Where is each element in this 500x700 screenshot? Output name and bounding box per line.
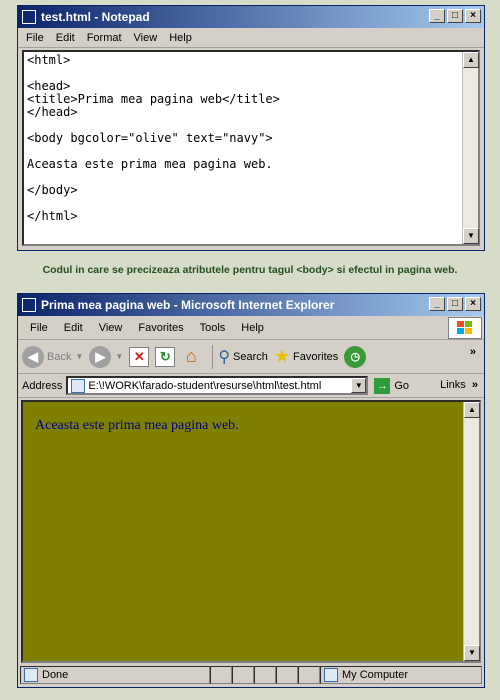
- status-text: Done: [42, 669, 69, 681]
- close-button[interactable]: ×: [465, 9, 481, 23]
- status-zone-panel: My Computer: [320, 666, 482, 684]
- links-label: Links: [440, 379, 466, 391]
- back-label: Back: [47, 350, 72, 363]
- menu-file[interactable]: File: [22, 322, 56, 334]
- forward-button[interactable]: ▶ ▼: [89, 345, 123, 368]
- status-panel: [232, 666, 254, 684]
- notepad-menubar: File Edit Format View Help: [18, 28, 484, 48]
- stop-button[interactable]: ✕: [129, 346, 150, 367]
- menu-view[interactable]: View: [91, 322, 131, 334]
- ie-scrollbar[interactable]: ▲ ▼: [463, 402, 480, 661]
- status-panel: [298, 666, 320, 684]
- address-bar: Address E:\!WORK\farado-student\resurse\…: [18, 374, 484, 398]
- ie-page-view[interactable]: Aceasta este prima mea pagina web. ▲ ▼: [21, 400, 481, 663]
- menu-view[interactable]: View: [128, 32, 164, 44]
- favorites-star-icon: ★: [273, 346, 291, 366]
- menu-edit[interactable]: Edit: [50, 32, 81, 44]
- back-dropdown-icon[interactable]: ▼: [75, 352, 83, 361]
- favorites-label: Favorites: [293, 350, 339, 363]
- notepad-window: test.html - Notepad _ □ × File Edit Form…: [17, 5, 485, 251]
- favorites-button[interactable]: ★ Favorites: [274, 346, 338, 367]
- scroll-up-arrow-icon[interactable]: ▲: [464, 402, 480, 418]
- address-dropdown-icon[interactable]: ▼: [351, 378, 367, 393]
- search-icon: ⚲: [218, 348, 231, 366]
- minimize-button[interactable]: _: [429, 9, 445, 23]
- status-panel: [276, 666, 298, 684]
- stop-icon: ✕: [129, 346, 150, 367]
- history-icon: ◷: [344, 345, 367, 368]
- history-button[interactable]: ◷: [344, 345, 367, 368]
- notepad-scrollbar[interactable]: ▲ ▼: [462, 52, 479, 244]
- ie-titlebar[interactable]: Prima mea pagina web - Microsoft Interne…: [18, 294, 484, 316]
- address-value[interactable]: E:\!WORK\farado-student\resurse\html\tes…: [88, 380, 321, 392]
- ie-title: Prima mea pagina web - Microsoft Interne…: [41, 298, 335, 312]
- go-label: Go: [394, 379, 410, 392]
- home-icon: ⌂: [185, 346, 197, 366]
- go-button[interactable]: → Go: [374, 377, 410, 394]
- status-panel: [254, 666, 276, 684]
- menu-format[interactable]: Format: [81, 32, 128, 44]
- page-body-text: Aceasta este prima mea pagina web.: [35, 418, 239, 433]
- computer-icon: [324, 668, 338, 682]
- notepad-app-icon: [22, 10, 36, 24]
- page-done-icon: [24, 668, 38, 682]
- page-icon: [71, 378, 86, 393]
- refresh-button[interactable]: ↻: [155, 346, 176, 367]
- scroll-down-arrow-icon[interactable]: ▼: [463, 228, 479, 244]
- maximize-button[interactable]: □: [447, 297, 463, 311]
- address-label: Address: [22, 379, 63, 392]
- go-arrow-icon: →: [374, 377, 391, 394]
- ie-toolbar: ◀ Back ▼ ▶ ▼ ✕ ↻ ⌂ ⚲ Search ★ Favorites …: [18, 340, 484, 374]
- menu-help[interactable]: Help: [163, 32, 198, 44]
- maximize-button[interactable]: □: [447, 9, 463, 23]
- notepad-editor[interactable]: <html> <head> <title>Prima mea pagina we…: [22, 50, 480, 246]
- status-panel: [210, 666, 232, 684]
- refresh-icon: ↻: [155, 346, 176, 367]
- windows-logo-icon: [448, 317, 482, 339]
- status-done-panel: Done: [20, 666, 210, 684]
- notepad-titlebar[interactable]: test.html - Notepad _ □ ×: [18, 6, 484, 28]
- ie-window: Prima mea pagina web - Microsoft Interne…: [17, 293, 485, 688]
- links-button[interactable]: Links »: [440, 379, 478, 391]
- home-button[interactable]: ⌂: [181, 346, 201, 367]
- status-zone-text: My Computer: [342, 669, 409, 681]
- forward-arrow-icon: ▶: [89, 345, 112, 368]
- links-chevron-icon: »: [471, 379, 478, 391]
- address-input[interactable]: E:\!WORK\farado-student\resurse\html\tes…: [66, 376, 369, 395]
- toolbar-divider: [212, 344, 214, 369]
- menu-help[interactable]: Help: [233, 322, 272, 334]
- scroll-down-arrow-icon[interactable]: ▼: [464, 645, 480, 661]
- close-button[interactable]: ×: [465, 297, 481, 311]
- figure-caption: Codul in care se precizeaza atributele p…: [42, 264, 458, 276]
- toolbar-chevron-icon[interactable]: »: [470, 346, 476, 358]
- ie-menubar: File Edit View Favorites Tools Help: [18, 316, 484, 340]
- minimize-button[interactable]: _: [429, 297, 445, 311]
- back-button[interactable]: ◀ Back ▼: [22, 345, 83, 368]
- notepad-content[interactable]: <html> <head> <title>Prima mea pagina we…: [24, 52, 478, 225]
- menu-tools[interactable]: Tools: [192, 322, 234, 334]
- back-arrow-icon: ◀: [22, 345, 44, 368]
- forward-dropdown-icon[interactable]: ▼: [115, 352, 123, 361]
- search-label: Search: [233, 350, 268, 363]
- menu-edit[interactable]: Edit: [56, 322, 91, 334]
- menu-favorites[interactable]: Favorites: [130, 322, 191, 334]
- scroll-up-arrow-icon[interactable]: ▲: [463, 52, 479, 68]
- ie-app-icon: [22, 298, 36, 312]
- menu-file[interactable]: File: [20, 32, 50, 44]
- ie-statusbar: Done My Computer: [20, 665, 482, 685]
- search-button[interactable]: ⚲ Search: [218, 347, 268, 367]
- notepad-title: test.html - Notepad: [41, 10, 150, 24]
